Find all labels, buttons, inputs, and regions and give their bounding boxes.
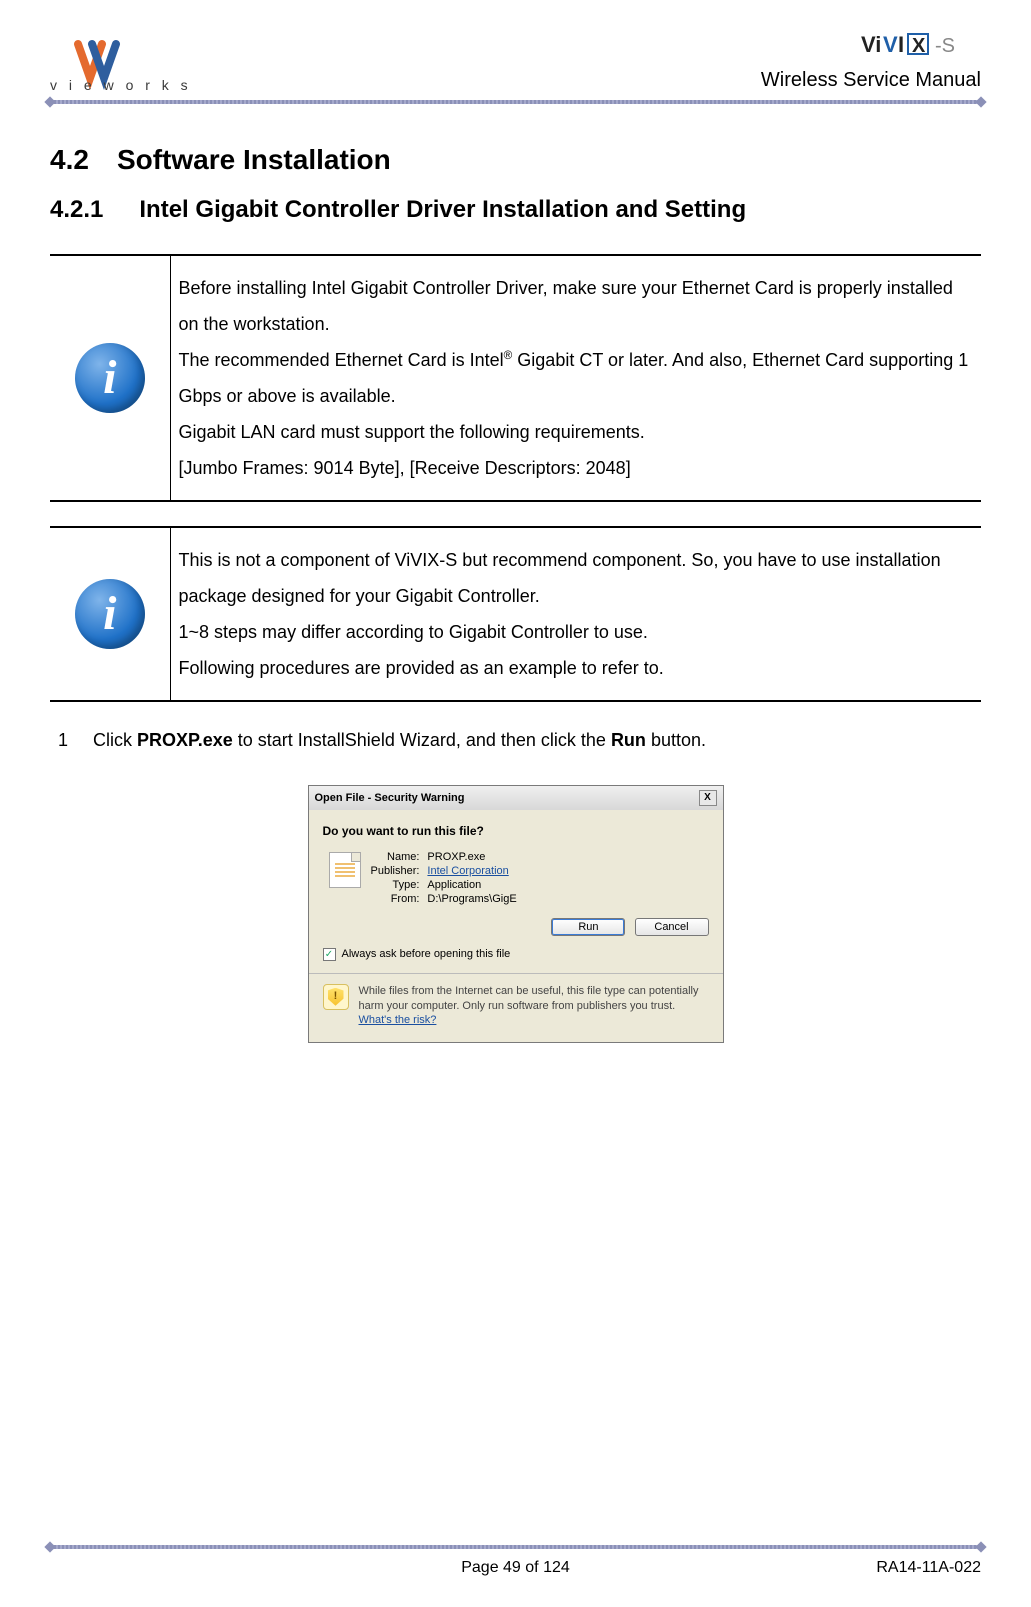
info-text: Before installing Intel Gigabit Controll… — [170, 256, 981, 501]
dialog-warning: ! While files from the Internet can be u… — [323, 984, 709, 1029]
close-button[interactable]: X — [699, 790, 717, 806]
subsection-title: Intel Gigabit Controller Driver Installa… — [139, 196, 746, 224]
svg-text:I: I — [898, 32, 904, 57]
field-label: Type: — [367, 878, 424, 892]
security-dialog: Open File - Security Warning X Do you wa… — [308, 785, 724, 1044]
heading-major: 4.2 Software Installation — [50, 144, 981, 176]
dialog-fields: Name:PROXP.exe Publisher:Intel Corporati… — [367, 850, 709, 906]
footer-divider — [50, 1545, 981, 1549]
page-header: v i e w o r k s Vi V I X -S Wireless Ser… — [50, 30, 981, 100]
info-paragraph: [Jumbo Frames: 9014 Byte], [Receive Desc… — [179, 450, 974, 486]
field-value: PROXP.exe — [423, 850, 520, 864]
info-paragraph: Before installing Intel Gigabit Controll… — [179, 270, 974, 342]
field-label: Publisher: — [367, 864, 424, 878]
svg-text:-S: -S — [935, 35, 955, 57]
dialog-question: Do you want to run this file? — [323, 824, 709, 838]
info-icon: i — [75, 343, 145, 413]
info-box: i Before installing Intel Gigabit Contro… — [50, 254, 981, 502]
info-paragraph: 1~8 steps may differ according to Gigabi… — [179, 614, 974, 650]
info-paragraph: Following procedures are provided as an … — [179, 650, 974, 686]
page-footer: Page 49 of 124 RA14-11A-022 — [50, 1545, 981, 1577]
vieworks-logo: v i e w o r k s — [50, 38, 200, 92]
always-ask-checkbox[interactable]: ✓ — [323, 948, 336, 961]
info-icon: i — [75, 579, 145, 649]
info-paragraph: The recommended Ethernet Card is Intel® … — [179, 342, 974, 414]
heading-minor: 4.2.1 Intel Gigabit Controller Driver In… — [50, 196, 981, 224]
risk-link[interactable]: What's the risk? — [359, 1014, 437, 1026]
info-paragraph: Gigabit LAN card must support the follow… — [179, 414, 974, 450]
subsection-number: 4.2.1 — [50, 196, 103, 224]
warning-text: While files from the Internet can be use… — [359, 985, 699, 1012]
field-value: Application — [423, 878, 520, 892]
svg-text:X: X — [912, 35, 926, 57]
info-paragraph: This is not a component of ViVIX-S but r… — [179, 542, 974, 614]
field-label: Name: — [367, 850, 424, 864]
step-text: 1 Click PROXP.exe to start InstallShield… — [50, 726, 981, 755]
page-number: Page 49 of 124 — [50, 1559, 981, 1577]
checkbox-label: Always ask before opening this file — [342, 948, 511, 960]
step-number: 1 — [58, 726, 88, 755]
field-label: From: — [367, 892, 424, 906]
section-number: 4.2 — [50, 144, 89, 176]
dialog-title: Open File - Security Warning — [315, 792, 465, 804]
shield-icon: ! — [323, 984, 349, 1010]
publisher-link[interactable]: Intel Corporation — [427, 865, 508, 877]
svg-text:Vi: Vi — [861, 32, 881, 57]
product-logo: Vi V I X -S — [761, 30, 981, 65]
file-icon — [323, 850, 367, 906]
brand-text: v i e w o r k s — [50, 77, 192, 92]
section-title: Software Installation — [117, 144, 391, 176]
dialog-titlebar: Open File - Security Warning X — [309, 786, 723, 810]
header-divider — [50, 100, 981, 104]
info-text: This is not a component of ViVIX-S but r… — [170, 528, 981, 701]
svg-text:V: V — [883, 32, 898, 57]
field-value: D:\Programs\GigE — [423, 892, 520, 906]
cancel-button[interactable]: Cancel — [635, 918, 709, 936]
info-box: i This is not a component of ViVIX-S but… — [50, 526, 981, 702]
run-button[interactable]: Run — [551, 918, 625, 936]
header-right: Vi V I X -S Wireless Service Manual — [761, 30, 981, 92]
manual-title: Wireless Service Manual — [761, 69, 981, 92]
